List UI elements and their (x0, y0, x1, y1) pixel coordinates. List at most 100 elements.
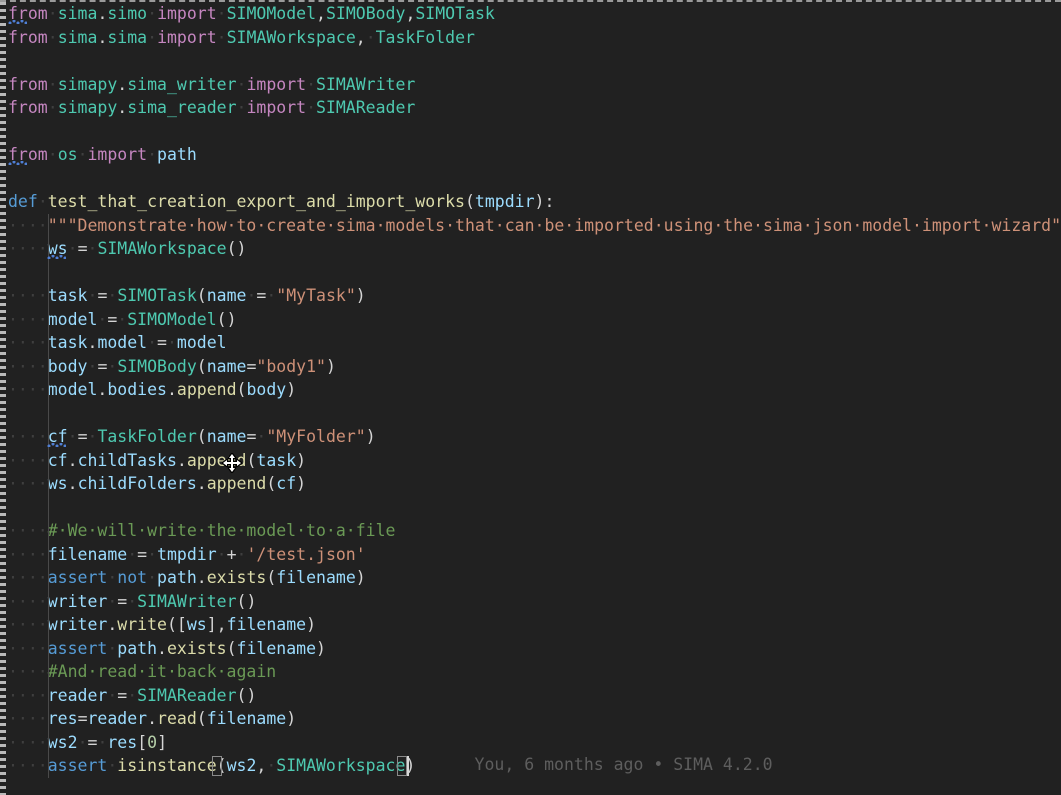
code-line[interactable] (8, 120, 1061, 144)
indent-dots: ···· (8, 357, 48, 376)
indent-guide (48, 637, 49, 661)
token-fn: append (177, 380, 237, 399)
token-comment: #·We·will·write·the·model·to·a·file (48, 521, 396, 540)
indent-guide (48, 496, 49, 520)
token-var: ws2 (48, 733, 78, 752)
token-punc: ) (246, 592, 256, 611)
token-punc: ( (246, 451, 256, 470)
token-num: 0 (147, 733, 157, 752)
code-line[interactable] (8, 402, 1061, 426)
code-line[interactable]: ····cf.childTasks.append(task) (8, 449, 1061, 473)
token-op: = (246, 357, 256, 376)
token-mod: sima (107, 28, 147, 47)
indent-dots: ···· (8, 639, 48, 658)
code-line[interactable]: ····model.bodies.append(body) (8, 378, 1061, 402)
token-punc: ) (356, 568, 366, 587)
code-line[interactable]: ····#·We·will·write·the·model·to·a·file (8, 519, 1061, 543)
code-line[interactable] (8, 261, 1061, 285)
token-punc: [ (177, 615, 187, 634)
code-content[interactable]: from·sima.simo·import·SIMOModel,SIMOBody… (8, 2, 1061, 778)
change-gutter-strip (0, 2, 6, 795)
indent-dots: ···· (8, 216, 48, 235)
token-var: writer (48, 615, 108, 634)
code-line[interactable]: from·sima.sima·import·SIMAWorkspace,·Tas… (8, 26, 1061, 50)
indent-dots: ···· (8, 239, 48, 258)
indent-guide (48, 449, 49, 473)
indent-guide (48, 378, 49, 402)
code-line[interactable]: ····"""Demonstrate·how·to·create·sima·mo… (8, 214, 1061, 238)
code-line[interactable]: ····ws2·=·res[0] (8, 731, 1061, 755)
lint-squiggle (47, 255, 66, 259)
whitespace-dot: · (127, 686, 137, 705)
indent-guide (48, 519, 49, 543)
text-caret (407, 756, 409, 776)
token-dot: . (68, 451, 78, 470)
whitespace-dot: · (78, 145, 88, 164)
token-kw2: assert (48, 568, 108, 587)
token-kw: import (157, 28, 217, 47)
code-line[interactable]: ····writer.write([ws],filename) (8, 613, 1061, 637)
token-dot: . (97, 4, 107, 23)
token-mod: simapy (58, 75, 118, 94)
code-line[interactable]: ····reader·=·SIMAReader() (8, 684, 1061, 708)
whitespace-dot: · (217, 545, 227, 564)
token-punc: ( (197, 427, 207, 446)
code-line[interactable]: ····filename·=·tmpdir·+·'/test.json' (8, 543, 1061, 567)
token-punc: ( (266, 474, 276, 493)
whitespace-dot: · (147, 28, 157, 47)
token-op: , (405, 4, 415, 23)
token-fn: append (207, 474, 267, 493)
code-line[interactable] (8, 49, 1061, 73)
code-line[interactable]: from·os·import·path (8, 143, 1061, 167)
whitespace-dot: · (147, 4, 157, 23)
token-punc: ) (246, 686, 256, 705)
indent-dots: ···· (8, 310, 48, 329)
code-line[interactable]: ····task.model·=·model (8, 331, 1061, 355)
token-dot: . (97, 380, 107, 399)
indent-dots: ···· (8, 756, 48, 775)
code-line[interactable]: ····task·=·SIMOTask(name·=·"MyTask") (8, 284, 1061, 308)
token-op: = (256, 286, 266, 305)
code-line[interactable]: from·sima.simo·import·SIMOModel,SIMOBody… (8, 2, 1061, 26)
code-line[interactable]: ····res=reader.read(filename) (8, 707, 1061, 731)
token-cls: SIMOTask (415, 4, 494, 23)
code-line[interactable]: from·simapy.sima_reader·import·SIMAReade… (8, 96, 1061, 120)
code-editor[interactable]: from·sima.simo·import·SIMOModel,SIMOBody… (0, 0, 1061, 795)
code-line[interactable] (8, 167, 1061, 191)
token-punc: ( (197, 357, 207, 376)
token-cls: SIMOBody (326, 4, 405, 23)
code-line[interactable]: ····ws.childFolders.append(cf) (8, 472, 1061, 496)
code-line[interactable]: ····writer·=·SIMAWriter() (8, 590, 1061, 614)
whitespace-dot: · (147, 545, 157, 564)
token-var: path (157, 568, 197, 587)
code-line[interactable]: ····assert·path.exists(filename) (8, 637, 1061, 661)
code-line[interactable]: ····ws·=·SIMAWorkspace() (8, 237, 1061, 261)
token-var: path (117, 639, 157, 658)
token-kw: import (246, 98, 306, 117)
whitespace-dot: · (78, 733, 88, 752)
code-line[interactable]: ····assert·not·path.exists(filename) (8, 566, 1061, 590)
whitespace-dot: · (107, 286, 117, 305)
token-kw: import (246, 75, 306, 94)
code-line[interactable]: ····cf·=·TaskFolder(name=·"MyFolder") (8, 425, 1061, 449)
token-str: "MyTask" (276, 286, 355, 305)
token-mod: sima (58, 28, 98, 47)
token-var: ws (187, 615, 207, 634)
whitespace-dot: · (97, 310, 107, 329)
whitespace-dot: · (366, 28, 376, 47)
token-var: tmpdir (475, 192, 535, 211)
token-var: ws2 (227, 756, 257, 775)
code-line[interactable]: def·test_that_creation_export_and_import… (8, 190, 1061, 214)
code-line[interactable] (8, 496, 1061, 520)
code-line[interactable]: ····model·=·SIMOModel() (8, 308, 1061, 332)
code-line[interactable]: from·simapy.sima_writer·import·SIMAWrite… (8, 73, 1061, 97)
token-kw2: not (117, 568, 147, 587)
token-kw: from (8, 28, 48, 47)
code-line[interactable]: ····body·=·SIMOBody(name="body1") (8, 355, 1061, 379)
indent-guide (48, 308, 49, 332)
code-line[interactable]: ····#And·read·it·back·again (8, 660, 1061, 684)
indent-dots: ···· (8, 380, 48, 399)
token-punc: ) (286, 709, 296, 728)
indent-guide (48, 472, 49, 496)
token-cls: SIMAWorkspace (97, 239, 226, 258)
